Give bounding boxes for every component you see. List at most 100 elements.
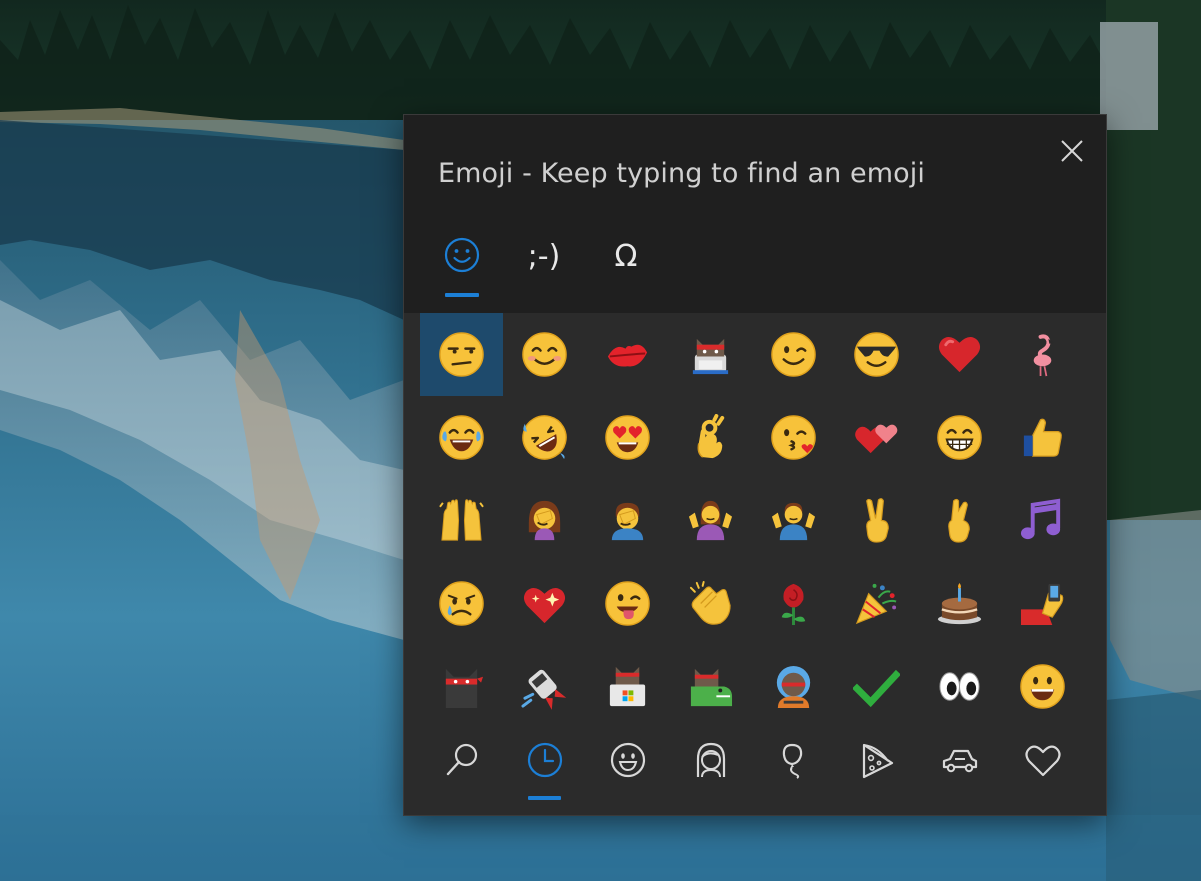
category-food[interactable] — [835, 725, 918, 805]
emoji-clapping-hands[interactable] — [669, 562, 752, 645]
emoji-smiling-face-with-heart-eyes[interactable] — [586, 396, 669, 479]
emoji-ninja-cat-stack[interactable] — [669, 313, 752, 396]
eyes-icon — [939, 672, 980, 701]
heart-icon — [1025, 745, 1061, 777]
emoji-panel: Emoji - Keep typing to find an emoji ;-)… — [404, 115, 1106, 815]
emoji-dino-cat[interactable] — [669, 645, 752, 728]
dino-cat-icon — [690, 668, 733, 707]
car-icon — [942, 749, 978, 773]
woman-facepalming-icon — [528, 500, 561, 541]
emoji-kiss-mark[interactable] — [586, 313, 669, 396]
check-mark-icon — [853, 669, 900, 708]
emoji-party-popper[interactable] — [835, 562, 918, 645]
grinning-face-icon — [1020, 664, 1065, 709]
emoji-grinning-face-with-smiling-eyes[interactable] — [918, 396, 1001, 479]
crying-face-icon — [439, 581, 484, 626]
flamingo-icon — [1033, 334, 1055, 377]
emoji-crossed-fingers[interactable] — [918, 479, 1001, 562]
sparkling-heart-icon — [523, 587, 566, 624]
emoji-crying-face[interactable] — [420, 562, 503, 645]
category-celebrations[interactable] — [752, 725, 835, 805]
emoji-two-hearts[interactable] — [835, 396, 918, 479]
panel-header: Emoji - Keep typing to find an emoji ;-)… — [404, 115, 1106, 313]
unamused-face-icon — [439, 332, 484, 377]
tab-symbols[interactable]: Ω — [596, 229, 656, 299]
emoji-musical-notes[interactable] — [1001, 479, 1084, 562]
tab-emoji-active-indicator — [445, 293, 479, 297]
category-symbols[interactable] — [1001, 725, 1084, 805]
man-facepalming-icon — [611, 502, 644, 541]
tab-kaomoji[interactable]: ;-) — [514, 229, 574, 299]
tab-emoji[interactable] — [432, 229, 492, 299]
pizza-icon — [862, 743, 894, 779]
ninja-cat-icon — [445, 668, 484, 709]
search-icon — [446, 743, 478, 776]
panel-title: Emoji - Keep typing to find an emoji — [438, 158, 925, 189]
emoji-rose[interactable] — [752, 562, 835, 645]
kiss-mark-icon — [607, 344, 648, 367]
category-smileys[interactable] — [586, 725, 669, 805]
category-recent[interactable] — [503, 725, 586, 805]
category-recent-active-indicator — [528, 796, 561, 800]
emoji-face-with-tears-of-joy[interactable] — [420, 396, 503, 479]
crossed-fingers-icon — [948, 498, 970, 543]
smiley-icon — [610, 742, 646, 778]
emoji-hacker-cat[interactable] — [586, 645, 669, 728]
ninja-cat-astronaut-icon — [776, 665, 811, 709]
category-search[interactable] — [420, 725, 503, 805]
person-icon — [696, 742, 726, 778]
category-travel[interactable] — [918, 725, 1001, 805]
thumbs-up-icon — [1023, 418, 1062, 457]
emoji-victory-hand[interactable] — [835, 479, 918, 562]
victory-hand-icon — [866, 498, 889, 543]
woman-shrugging-icon — [688, 500, 733, 541]
clapping-hands-icon — [689, 580, 731, 625]
emoji-ok-hand[interactable] — [669, 396, 752, 479]
emoji-astro-cat[interactable] — [503, 645, 586, 728]
birthday-cake-icon — [937, 582, 982, 625]
close-icon — [1061, 140, 1083, 162]
ninja-cat-stack-icon — [692, 338, 729, 375]
smiley-outline-icon — [444, 237, 480, 273]
emoji-winking-face-with-tongue[interactable] — [586, 562, 669, 645]
winking-face-with-tongue-icon — [605, 581, 650, 626]
two-hearts-icon — [855, 424, 898, 454]
emoji-face-blowing-a-kiss[interactable] — [752, 396, 835, 479]
close-button[interactable] — [1052, 131, 1092, 171]
category-people[interactable] — [669, 725, 752, 805]
category-bar — [420, 725, 1084, 815]
emoji-red-heart[interactable] — [918, 313, 1001, 396]
face-with-tears-of-joy-icon — [439, 415, 484, 460]
emoji-flamingo[interactable] — [1001, 313, 1084, 396]
grinning-face-with-smiling-eyes-icon — [937, 415, 982, 460]
emoji-woman-shrugging[interactable] — [669, 479, 752, 562]
emoji-man-shrugging[interactable] — [752, 479, 835, 562]
astro-cat-icon — [521, 669, 567, 710]
emoji-birthday-cake[interactable] — [918, 562, 1001, 645]
emoji-rolling-on-floor-laughing[interactable] — [503, 396, 586, 479]
emoji-smiling-face[interactable] — [503, 313, 586, 396]
red-heart-icon — [938, 336, 981, 373]
raising-hands-icon — [439, 499, 484, 541]
emoji-eyes[interactable] — [918, 645, 1001, 728]
emoji-man-facepalming[interactable] — [586, 479, 669, 562]
rose-icon — [781, 583, 806, 626]
emoji-face-with-sunglasses[interactable] — [835, 313, 918, 396]
emoji-ninja-cat-astronaut[interactable] — [752, 645, 835, 728]
rolling-on-floor-laughing-icon — [522, 415, 567, 460]
musical-notes-icon — [1020, 498, 1061, 540]
emoji-raising-hands[interactable] — [420, 479, 503, 562]
emoji-thumbs-up[interactable] — [1001, 396, 1084, 479]
tab-symbols-label: Ω — [614, 239, 638, 274]
emoji-grid — [420, 313, 1084, 725]
emoji-grinning-face[interactable] — [1001, 645, 1084, 728]
emoji-selfie[interactable] — [1001, 562, 1084, 645]
emoji-ninja-cat[interactable] — [420, 645, 503, 728]
emoji-unamused-face[interactable] — [420, 313, 503, 396]
emoji-sparkling-heart[interactable] — [503, 562, 586, 645]
emoji-woman-facepalming[interactable] — [503, 479, 586, 562]
emoji-check-mark[interactable] — [835, 645, 918, 728]
selfie-icon — [1020, 583, 1064, 626]
smiling-face-icon — [522, 332, 567, 377]
emoji-winking-face[interactable] — [752, 313, 835, 396]
